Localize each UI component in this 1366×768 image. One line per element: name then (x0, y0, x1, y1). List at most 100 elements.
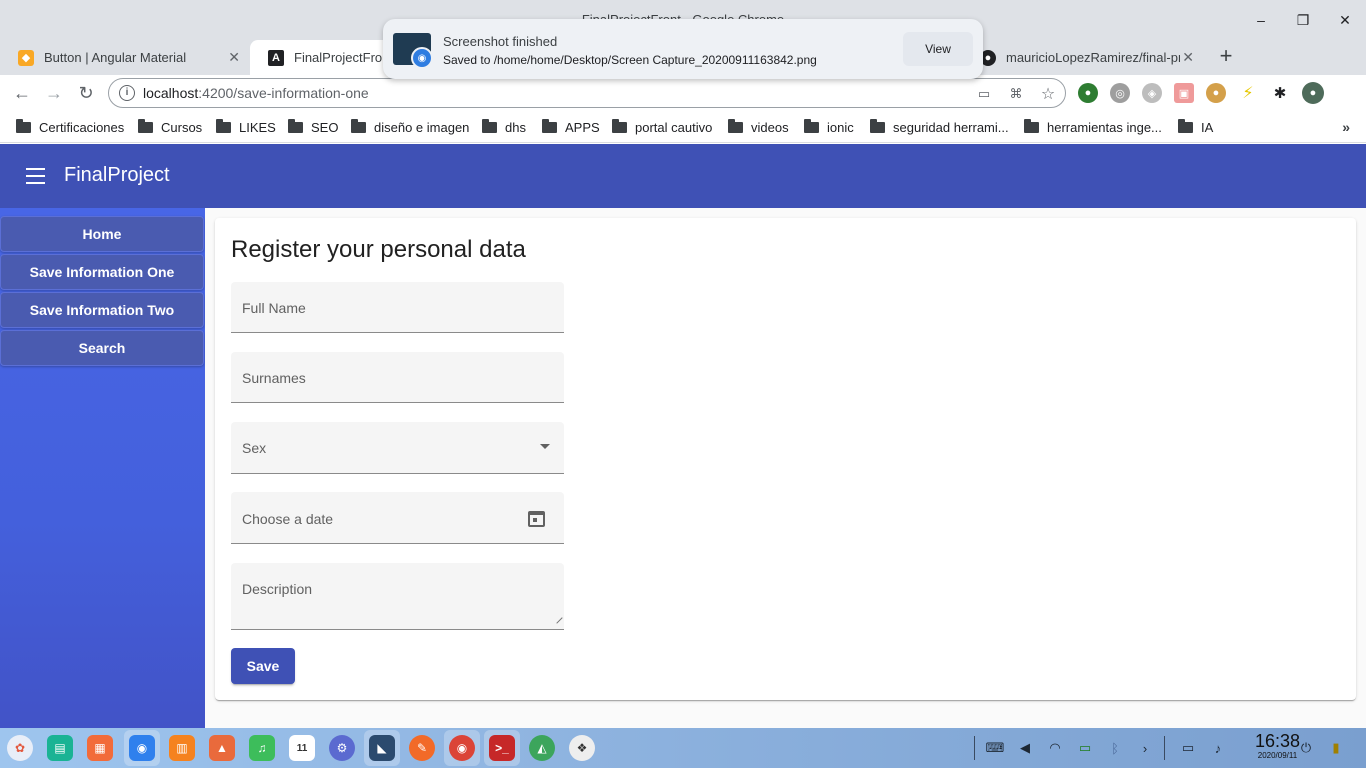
extension-cookie-icon[interactable]: ● (1206, 83, 1226, 103)
bookmark-folder[interactable]: ionic (804, 117, 854, 137)
save-button[interactable]: Save (231, 648, 295, 684)
maximize-button[interactable]: ❐ (1282, 8, 1324, 32)
view-button[interactable]: View (903, 32, 973, 66)
music-icon[interactable]: ♫ (249, 735, 275, 761)
gimp-icon[interactable]: ❖ (569, 735, 595, 761)
extension-image-icon[interactable]: ▣ (1174, 83, 1194, 103)
bookmark-folder[interactable]: SEO (288, 117, 338, 137)
profile-avatar[interactable]: ● (1302, 82, 1324, 104)
surnames-field[interactable]: Surnames (231, 352, 564, 403)
bookmark-folder[interactable]: dhs (482, 117, 526, 137)
bookmark-folder[interactable]: portal cautivo (612, 117, 712, 137)
bookmark-folder[interactable]: APPS (542, 117, 600, 137)
tab-angular-material[interactable]: ◆ Button | Angular Material ✕ (0, 40, 250, 75)
screenshot-notification: ◉ Screenshot finished Saved to /home/hom… (383, 19, 983, 79)
bluetooth-icon[interactable]: ᛒ (1105, 738, 1125, 758)
cast-icon[interactable]: ▭ (975, 85, 993, 103)
android-studio-icon[interactable]: ◭ (529, 735, 555, 761)
wifi-icon[interactable]: ◠ (1045, 738, 1065, 758)
multitask-icon[interactable]: ▤ (47, 735, 73, 761)
surnames-label: Surnames (242, 370, 306, 386)
notification-bell-icon[interactable]: ♪ (1208, 738, 1228, 758)
bookmark-folder[interactable]: seguridad herrami... (870, 117, 1009, 137)
tab-github[interactable]: ● mauricioLopezRamirez/final-pr ✕ (962, 40, 1204, 75)
trash-icon[interactable]: ▮ (1326, 738, 1346, 758)
tab-close-icon[interactable]: ✕ (1182, 49, 1194, 66)
dropdown-arrow-icon (540, 444, 550, 449)
app-store-grid-icon[interactable]: ▦ (87, 735, 113, 761)
folder-icon (288, 118, 303, 133)
tray-expand-icon[interactable]: › (1135, 738, 1155, 758)
sex-label: Sex (242, 440, 267, 456)
tab-final-project-front[interactable]: A FinalProjectFront (250, 40, 400, 75)
url-path: :4200/save-information-one (198, 85, 369, 101)
folder-icon (612, 118, 627, 133)
nav-item-search[interactable]: Search (0, 330, 204, 366)
calendar-app-icon[interactable]: 11 (289, 735, 315, 761)
terminal-icon[interactable]: >_ (489, 735, 515, 761)
sex-select[interactable]: Sex (231, 422, 564, 474)
nav-item-save-information-one[interactable]: Save Information One (0, 254, 204, 290)
bookmark-folder[interactable]: IA (1178, 117, 1213, 137)
tab-close-icon[interactable]: ✕ (228, 49, 240, 66)
clock[interactable]: 16:38 2020/09/11 (1255, 731, 1300, 761)
calendar-icon[interactable] (528, 511, 545, 527)
bookmark-folder[interactable]: Cursos (138, 117, 202, 137)
translate-icon[interactable]: ⌘ (1007, 85, 1025, 103)
window-controls: – ❐ ✕ (1240, 8, 1366, 32)
folder-icon (542, 118, 557, 133)
date-field[interactable]: Choose a date (231, 492, 564, 544)
address-bar[interactable]: i localhost:4200/save-information-one ▭ … (108, 78, 1066, 108)
bookmark-folder[interactable]: videos (728, 117, 789, 137)
nav-item-home[interactable]: Home (0, 216, 204, 252)
folder-icon (138, 118, 153, 133)
bookmark-folder[interactable]: diseño e imagen (351, 117, 469, 137)
full-name-field[interactable]: Full Name (231, 282, 564, 333)
notification-subtitle: Saved to /home/home/Desktop/Screen Captu… (443, 53, 817, 67)
reload-icon[interactable]: ↻ (74, 81, 98, 105)
angular-icon: A (268, 49, 284, 66)
camera-icon: ◉ (411, 47, 433, 69)
nav-item-save-information-two[interactable]: Save Information Two (0, 292, 204, 328)
close-window-button[interactable]: ✕ (1324, 8, 1366, 32)
power-icon[interactable]: ⏻ (1296, 738, 1316, 758)
onscreen-keyboard-icon[interactable]: ▭ (1178, 738, 1198, 758)
site-info-icon[interactable]: i (119, 85, 135, 101)
chrome-icon[interactable]: ◉ (449, 735, 475, 761)
bookmarks-more-icon[interactable]: » (1342, 119, 1350, 135)
settings-icon[interactable]: ⚙ (329, 735, 355, 761)
extension-user-icon[interactable]: ● (1078, 83, 1098, 103)
description-field[interactable]: Description (231, 563, 564, 630)
bookmark-star-icon[interactable]: ☆ (1039, 85, 1057, 103)
extension-grey-icon[interactable]: ◎ (1110, 83, 1130, 103)
folder-icon (351, 118, 366, 133)
resize-handle-icon[interactable] (551, 612, 563, 624)
bookmark-folder[interactable]: LIKES (216, 117, 276, 137)
volume-icon[interactable]: ◀ (1015, 738, 1035, 758)
extension-lightning-icon[interactable]: ⚡ (1238, 83, 1258, 103)
back-icon[interactable]: ← (10, 81, 34, 105)
angular-material-icon: ◆ (18, 49, 34, 66)
form-card: Register your personal data Full Name Su… (215, 218, 1356, 700)
files-icon[interactable]: ▥ (169, 735, 195, 761)
battery-icon[interactable]: ▭ (1075, 738, 1095, 758)
launcher-icon[interactable]: ✿ (7, 735, 33, 761)
keyboard-icon[interactable]: ⌨ (985, 738, 1005, 758)
forward-icon[interactable]: → (42, 81, 66, 105)
menu-icon[interactable] (26, 168, 45, 184)
minimize-button[interactable]: – (1240, 8, 1282, 32)
taskbar: ✿ ▤ ▦ ◉ ▥ ▲ ♫ 11 ⚙ ◣ ✎ ◉ >_ ◭ ❖ ⌨ ◀ ◠ ▭ … (0, 728, 1366, 768)
bookmarks-bar: Certificaciones Cursos LIKES SEO diseño … (0, 111, 1366, 143)
feather-icon[interactable]: ✎ (409, 735, 435, 761)
app-store-icon[interactable]: ◉ (129, 735, 155, 761)
sidenav: Home Save Information One Save Informati… (0, 208, 205, 728)
extension-shield-icon[interactable]: ◈ (1142, 83, 1162, 103)
bookmark-folder[interactable]: Certificaciones (16, 117, 124, 137)
bookmark-folder[interactable]: herramientas inge... (1024, 117, 1162, 137)
folder-icon (728, 118, 743, 133)
browser-toolbar: ← → ↻ i localhost:4200/save-information-… (0, 75, 1366, 111)
new-tab-button[interactable]: + (1214, 44, 1238, 68)
extensions-puzzle-icon[interactable]: ✱ (1270, 83, 1290, 103)
vscode-icon[interactable]: ◣ (369, 735, 395, 761)
image-viewer-icon[interactable]: ▲ (209, 735, 235, 761)
